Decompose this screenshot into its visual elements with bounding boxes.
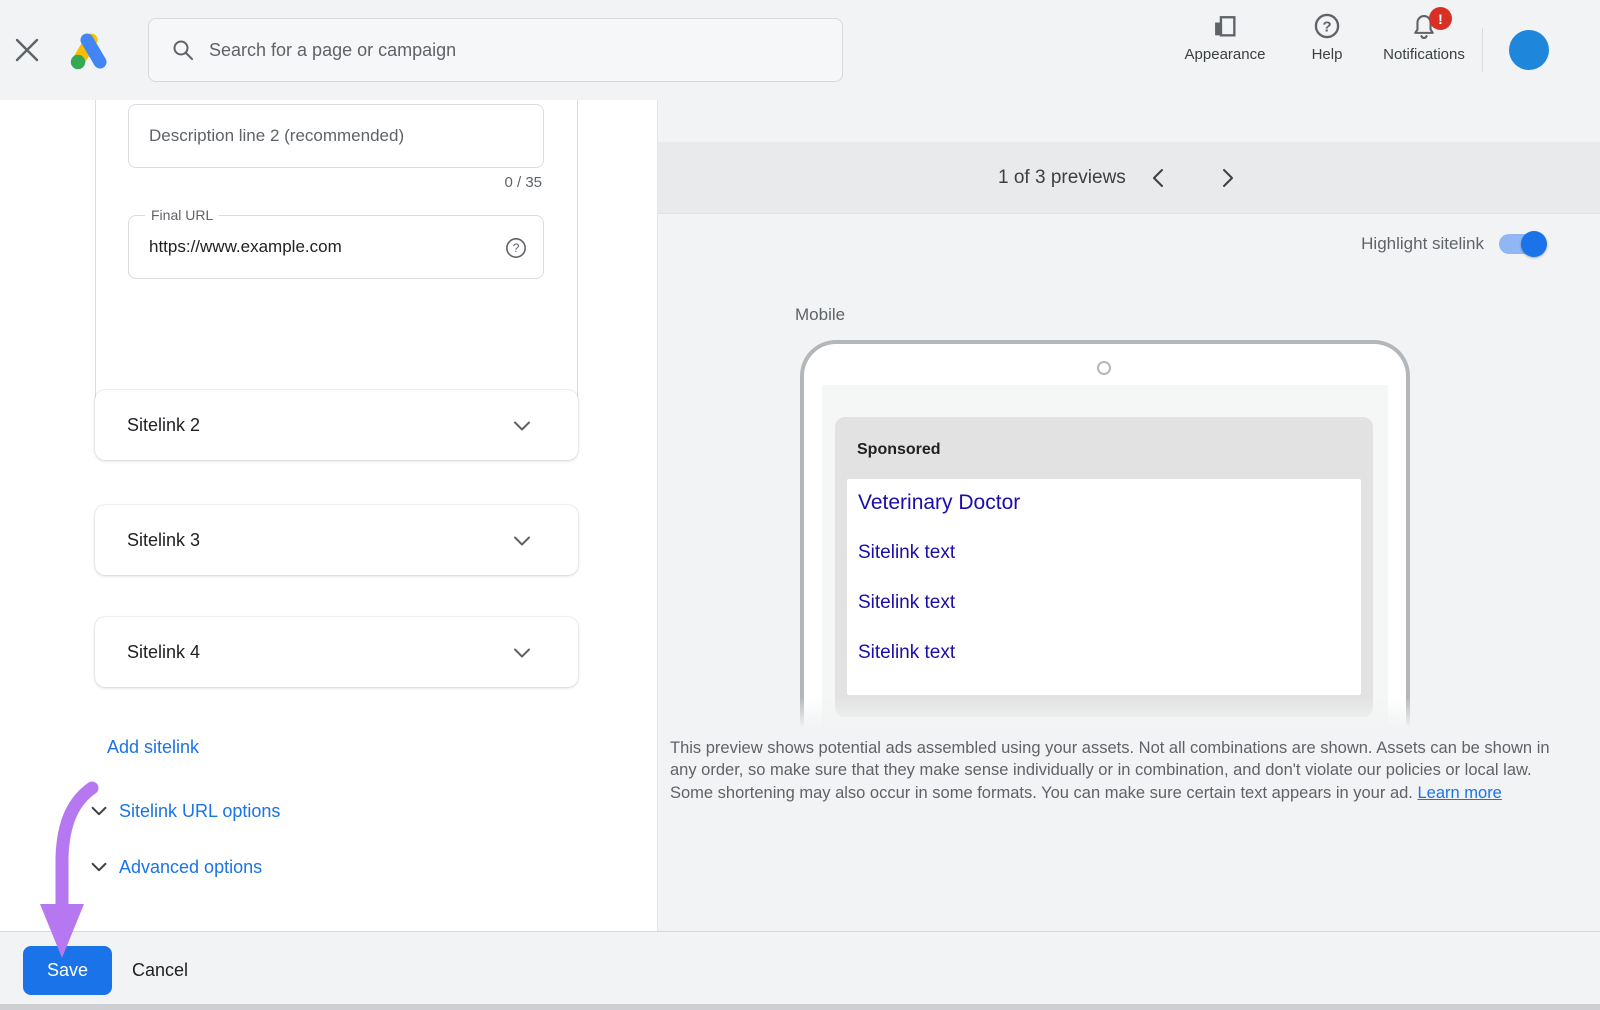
char-counter: 0 / 35 — [504, 174, 542, 191]
avatar[interactable] — [1509, 30, 1549, 70]
phone-bottom-fade — [793, 697, 1423, 733]
svg-text:?: ? — [513, 241, 520, 255]
final-url-field: Final URL ? — [128, 215, 544, 279]
sitelink-4-label: Sitelink 4 — [127, 642, 200, 663]
notifications-label: Notifications — [1383, 46, 1465, 63]
learn-more-link[interactable]: Learn more — [1417, 784, 1501, 802]
advanced-options-label: Advanced options — [119, 857, 262, 878]
highlight-sitelink-row: Highlight sitelink — [1361, 234, 1545, 254]
ad-preview-card: Sponsored Veterinary Doctor Sitelink tex… — [835, 417, 1373, 717]
ad-sitelink-link: Sitelink text — [858, 592, 955, 614]
help-button[interactable]: ? Help — [1294, 12, 1360, 63]
sitelink-highlight-box: Veterinary Doctor Sitelink text Sitelink… — [847, 479, 1361, 695]
help-icon: ? — [1313, 12, 1341, 40]
chevron-left-icon[interactable] — [1147, 166, 1171, 190]
phone-screen: Sponsored Veterinary Doctor Sitelink tex… — [822, 385, 1388, 732]
ad-sitelink-link: Sitelink text — [858, 642, 955, 664]
chevron-right-icon[interactable] — [1215, 166, 1239, 190]
top-bar: Appearance ? Help Notifications ! — [0, 0, 1600, 100]
toggle-knob — [1521, 231, 1547, 257]
google-ads-logo — [64, 27, 112, 73]
ad-preview-panel: 1 of 3 previews Highlight sitelink Mobil… — [658, 100, 1600, 931]
appearance-icon — [1211, 12, 1239, 40]
cancel-button[interactable]: Cancel — [132, 946, 188, 995]
svg-text:?: ? — [1322, 18, 1331, 35]
global-search — [148, 18, 843, 82]
sitelink-editor-panel: 0 / 35 Final URL ? Sitelink 2 Sitelink 3… — [0, 100, 658, 931]
highlight-sitelink-label: Highlight sitelink — [1361, 234, 1484, 254]
device-label: Mobile — [795, 305, 845, 325]
preview-pager-bar: 1 of 3 previews — [658, 142, 1600, 214]
appearance-label: Appearance — [1185, 46, 1266, 63]
close-icon[interactable] — [13, 36, 41, 64]
phone-camera-dot — [1097, 361, 1111, 375]
ad-sitelink-link: Sitelink text — [858, 542, 955, 564]
search-input[interactable] — [209, 40, 842, 61]
final-url-label: Final URL — [145, 207, 219, 224]
sitelink-4-card[interactable]: Sitelink 4 — [95, 617, 578, 687]
sitelink-2-label: Sitelink 2 — [127, 415, 200, 436]
header-divider — [1482, 28, 1483, 72]
sitelink-3-label: Sitelink 3 — [127, 530, 200, 551]
window-bottom-edge — [0, 1004, 1600, 1010]
chevron-down-icon — [88, 856, 110, 878]
preview-disclaimer: This preview shows potential ads assembl… — [670, 737, 1552, 804]
footer-bar: Save Cancel — [0, 931, 1600, 1004]
help-label: Help — [1312, 46, 1343, 63]
advanced-options-expander[interactable]: Advanced options — [88, 856, 262, 878]
description-line2-input[interactable] — [129, 105, 543, 167]
phone-mockup: Sponsored Veterinary Doctor Sitelink tex… — [800, 340, 1410, 732]
search-icon — [171, 38, 195, 62]
sitelink-url-options-label: Sitelink URL options — [119, 801, 280, 822]
sponsored-label: Sponsored — [857, 441, 941, 459]
add-sitelink-link[interactable]: Add sitelink — [107, 737, 199, 758]
chevron-down-icon — [510, 414, 534, 438]
pager-label: 1 of 3 previews — [998, 142, 1126, 214]
highlight-sitelink-toggle[interactable] — [1499, 234, 1545, 254]
chevron-down-icon — [510, 529, 534, 553]
sitelink-3-card[interactable]: Sitelink 3 — [95, 505, 578, 575]
final-url-input[interactable] — [129, 216, 543, 278]
sitelink-url-options-expander[interactable]: Sitelink URL options — [88, 800, 280, 822]
chevron-down-icon — [88, 800, 110, 822]
chevron-down-icon — [510, 641, 534, 665]
appearance-button[interactable]: Appearance — [1172, 12, 1278, 63]
notifications-button[interactable]: Notifications ! — [1368, 12, 1480, 63]
save-button[interactable]: Save — [23, 946, 112, 995]
description-line2-field — [128, 104, 544, 168]
sitelink-2-card[interactable]: Sitelink 2 — [95, 390, 578, 460]
help-circle-icon[interactable]: ? — [505, 237, 527, 259]
ad-title-link: Veterinary Doctor — [858, 491, 1020, 515]
notification-badge: ! — [1429, 7, 1452, 30]
